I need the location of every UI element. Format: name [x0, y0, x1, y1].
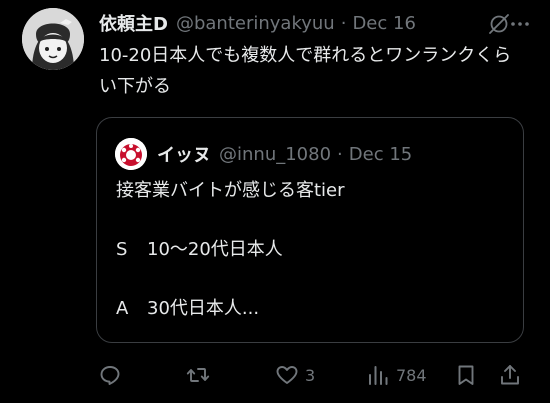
quoted-author-avatar: [115, 138, 147, 170]
share-button[interactable]: [498, 362, 522, 388]
views-count: 784: [396, 365, 427, 385]
like-button[interactable]: 3: [275, 362, 315, 388]
quoted-post[interactable]: イッヌ @innu_1080 · Dec 15 接客業バイトが感じる客tier …: [96, 117, 524, 343]
header-separator: ·: [340, 12, 347, 34]
author-avatar[interactable]: [22, 8, 84, 70]
author-handle[interactable]: @banterinyakyuu: [176, 13, 335, 34]
reply-icon: [98, 363, 122, 387]
reply-button[interactable]: [98, 362, 122, 388]
quoted-post-body: 接客業バイトが感じる客tier S 10〜20代日本人 A 30代日本人...: [116, 176, 345, 353]
tier-text: 30代日本人...: [147, 298, 260, 319]
tier-text: 10〜20代日本人: [147, 239, 283, 260]
post-text: 10-20日本人でも複数人で群れるとワンランクくらい下がる: [99, 45, 512, 97]
like-count: 3: [305, 365, 316, 385]
tier-grade: S: [116, 239, 128, 260]
tier-grade: A: [116, 298, 129, 319]
grok-icon[interactable]: [488, 13, 510, 35]
quoted-header-separator: ·: [337, 143, 343, 165]
views-button[interactable]: 784: [366, 362, 427, 388]
heart-icon: [275, 363, 299, 387]
author-display-name[interactable]: 依頼主D: [99, 10, 168, 36]
tier-row: A 30代日本人...: [116, 294, 345, 324]
post-header: 依頼主D @banterinyakyuu · Dec 16: [99, 8, 528, 38]
quoted-post-header: イッヌ @innu_1080 · Dec 15: [157, 139, 412, 169]
quoted-author-display-name: イッヌ: [157, 145, 211, 166]
repost-icon: [186, 363, 210, 387]
quoted-author-handle: @innu_1080: [219, 143, 332, 165]
tier-row: S 10〜20代日本人: [116, 235, 345, 265]
quoted-post-date: Dec 15: [348, 143, 413, 165]
more-icon[interactable]: [508, 12, 532, 36]
bookmark-button[interactable]: [454, 362, 478, 388]
share-icon: [498, 363, 522, 387]
repost-button[interactable]: [186, 362, 210, 388]
bookmark-icon: [454, 363, 478, 387]
post-date[interactable]: Dec 16: [352, 13, 415, 34]
views-icon: [366, 363, 390, 387]
quoted-post-title: 接客業バイトが感じる客tier: [116, 180, 345, 201]
